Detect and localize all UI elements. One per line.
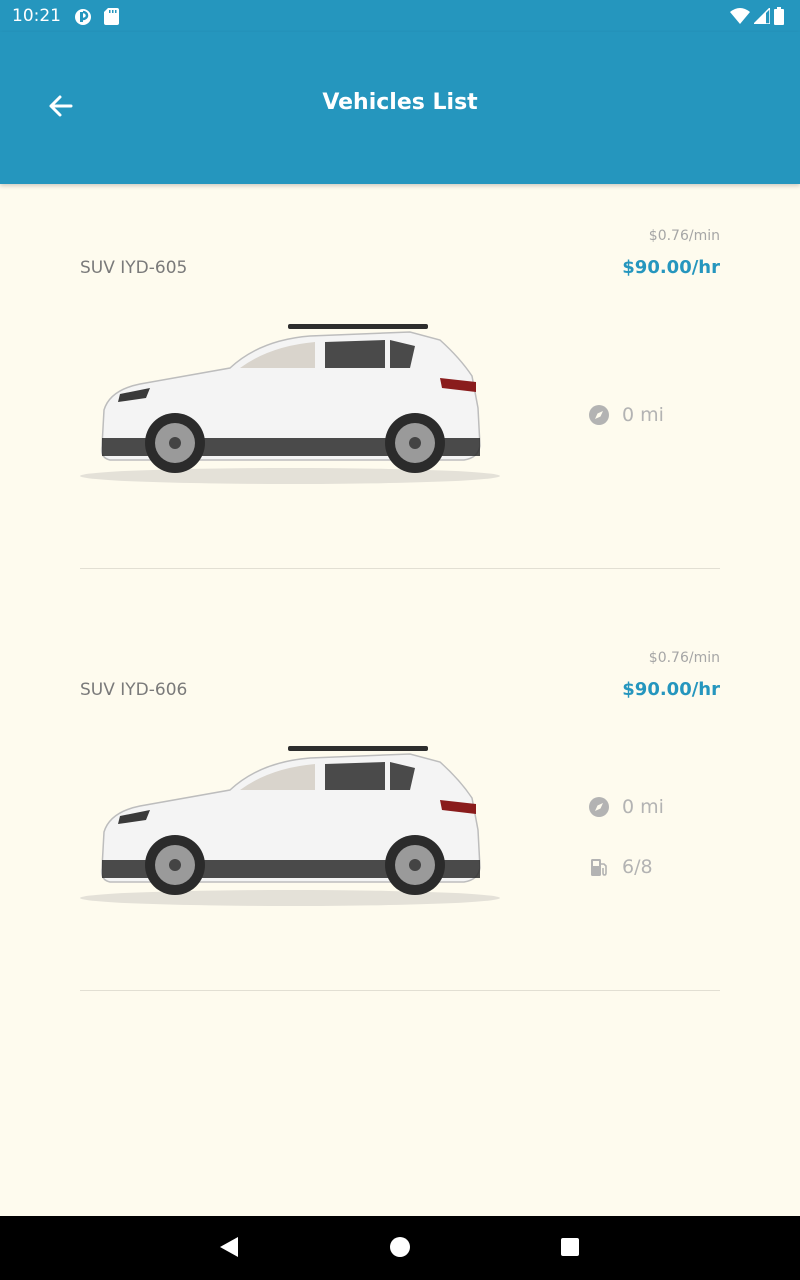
- sd-card-icon: [104, 8, 119, 29]
- distance-value: 0 mi: [622, 404, 664, 426]
- fuel-value: 6/8: [622, 856, 653, 878]
- nav-back-button[interactable]: [214, 1234, 244, 1264]
- distance-value: 0 mi: [622, 796, 664, 818]
- signal-icon: [752, 6, 771, 28]
- wifi-icon: [730, 8, 750, 28]
- distance-stat: 0 mi: [588, 793, 664, 821]
- divider: [80, 568, 720, 569]
- divider: [80, 990, 720, 991]
- compass-icon: [588, 796, 610, 818]
- status-bar: 10:21: [0, 0, 800, 32]
- vehicle-image: [80, 324, 500, 484]
- page-title: Vehicles List: [322, 90, 478, 115]
- notification-app-icon: [74, 8, 92, 30]
- status-time: 10:21: [12, 6, 61, 26]
- vehicle-card[interactable]: $0.76/min SUV IYD-606 $90.00/hr 0 mi 6/8: [80, 610, 720, 991]
- app-bar: Vehicles List: [0, 32, 800, 184]
- vehicle-card[interactable]: $0.76/min SUV IYD-605 $90.00/hr 0 mi: [80, 188, 720, 569]
- distance-stat: 0 mi: [588, 401, 664, 429]
- rate-per-hour: $90.00/hr: [622, 679, 720, 700]
- circle-home-icon: [389, 1236, 411, 1262]
- navigation-bar: [0, 1216, 800, 1280]
- square-recents-icon: [560, 1237, 580, 1261]
- nav-recents-button[interactable]: [555, 1234, 585, 1264]
- nav-home-button[interactable]: [385, 1234, 415, 1264]
- fuel-stat: 6/8: [588, 853, 653, 881]
- fuel-pump-icon: [588, 856, 610, 878]
- rate-per-min: $0.76/min: [648, 650, 720, 666]
- vehicle-name: SUV IYD-605: [80, 258, 188, 278]
- rate-per-hour: $90.00/hr: [622, 257, 720, 278]
- vehicle-image: [80, 746, 500, 906]
- rate-per-min: $0.76/min: [648, 228, 720, 244]
- vehicle-name: SUV IYD-606: [80, 680, 188, 700]
- compass-icon: [588, 404, 610, 426]
- battery-icon: [774, 7, 784, 29]
- triangle-back-icon: [219, 1236, 239, 1262]
